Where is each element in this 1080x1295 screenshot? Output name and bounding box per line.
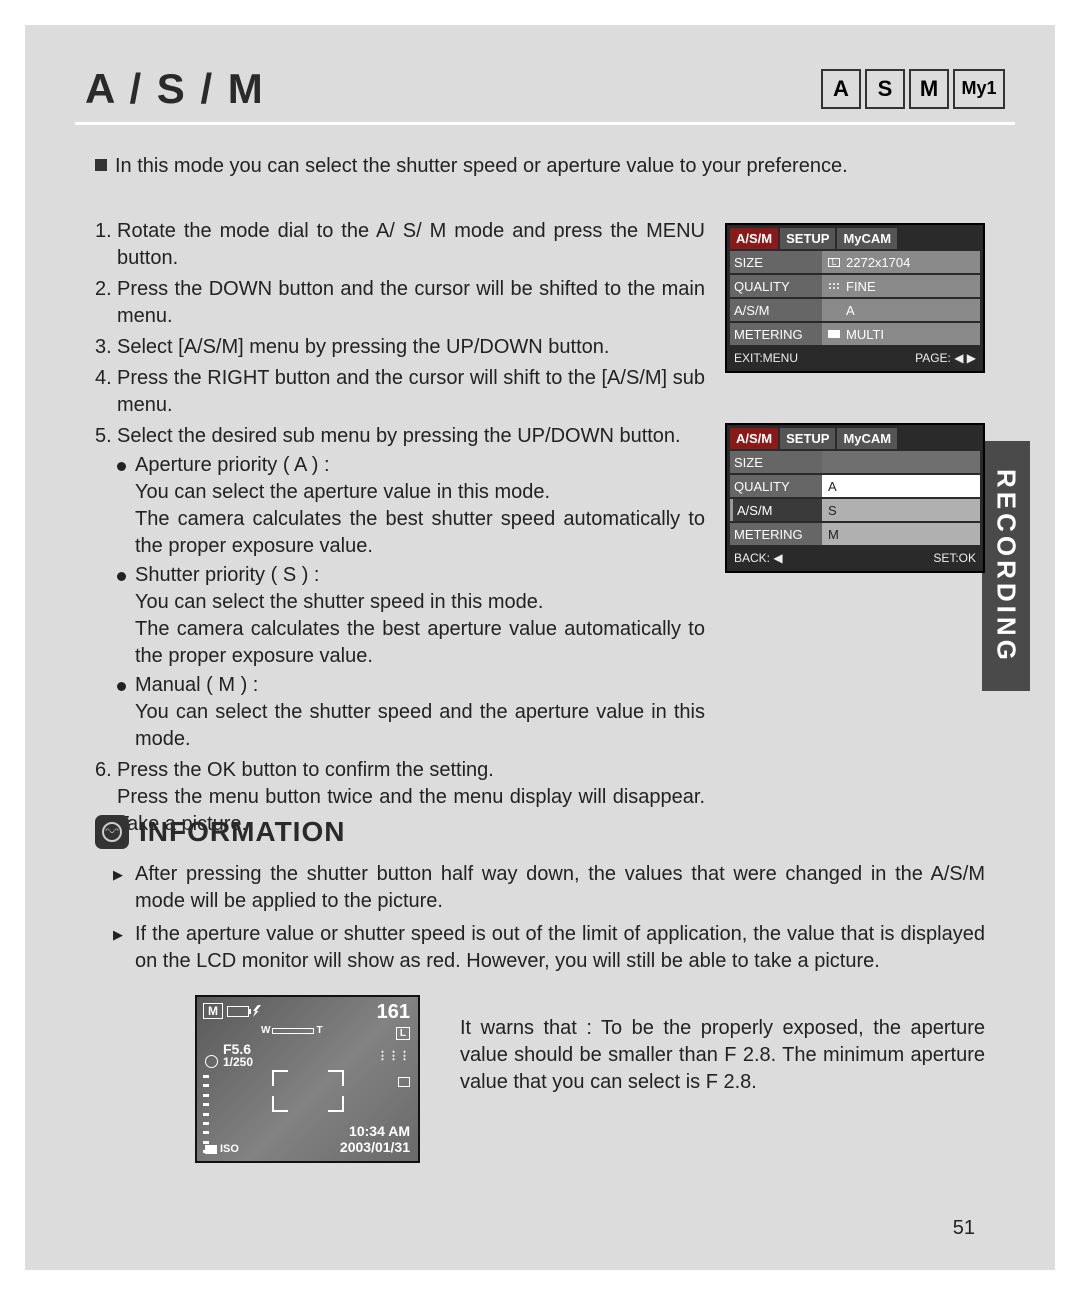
menu-value: L2272x1704 (822, 251, 980, 273)
sp-title: Shutter priority ( S ) : (135, 564, 320, 586)
lcd-zoom-bar: W T (261, 1025, 323, 1036)
zoom-bar-icon (272, 1028, 314, 1034)
menu-label: QUALITY (730, 475, 822, 497)
menu-value (822, 451, 980, 473)
lcd-time: 10:34 AM (349, 1123, 410, 1139)
lcd-exposure-scale-icon (203, 1075, 210, 1153)
step-4: Press the RIGHT button and the cursor wi… (117, 365, 705, 419)
information-section: ᵔᵕᵔ INFORMATION After pressing the shutt… (95, 815, 985, 1163)
intro-line: In this mode you can select the shutter … (115, 155, 848, 177)
mode-my1-icon: My1 (953, 69, 1005, 109)
tab-setup[interactable]: SETUP (780, 228, 835, 249)
mode-a-icon: A (821, 69, 861, 109)
mode-boxes: A S M My1 (821, 69, 1005, 109)
step-2: Press the DOWN button and the cursor wil… (117, 276, 705, 330)
information-heading: INFORMATION (139, 816, 345, 848)
menu-screen-1: A/S/M SETUP MyCAM SIZE L2272x1704 QUALIT… (725, 223, 985, 373)
m-title: Manual ( M ) : (135, 674, 258, 696)
flash-icon (253, 1005, 261, 1017)
menu-row-size[interactable]: SIZE (730, 451, 980, 473)
aperture-priority-item: Aperture priority ( A ) : You can select… (135, 452, 705, 560)
lcd-zoom-w: W (261, 1025, 270, 1036)
page-number: 51 (953, 1217, 975, 1240)
lcd-focus-frame (271, 1069, 345, 1113)
footer-set[interactable]: SET:OK (933, 551, 976, 565)
step-1: Rotate the mode dial to the A/ S/ M mode… (117, 218, 705, 272)
shutter-priority-item: Shutter priority ( S ) : You can select … (135, 562, 705, 670)
menu-row-metering[interactable]: METERING M (730, 523, 980, 545)
lcd-quality-icon: ⋮⋮⋮ (377, 1049, 410, 1062)
menu-label: SIZE (730, 451, 822, 473)
m-body: You can select the shutter speed and the… (135, 701, 705, 750)
tab-asm[interactable]: A/S/M (730, 228, 778, 249)
menu-value: A (822, 475, 980, 497)
lcd-iso: ISO (205, 1143, 239, 1155)
mode-s-icon: S (865, 69, 905, 109)
menu-label: METERING (730, 323, 822, 345)
lcd-shots-remaining: 161 (377, 1001, 410, 1024)
menu-label: A/S/M (730, 499, 822, 521)
lcd-share-icon (398, 1077, 410, 1087)
lcd-mode-icon: M (203, 1003, 223, 1019)
step-5: Select the desired sub menu by pressing … (117, 423, 705, 753)
menu-label: SIZE (730, 251, 822, 273)
sp-body: You can select the shutter speed in this… (135, 591, 705, 667)
lcd-zoom-t: T (316, 1025, 322, 1036)
menu-value: FINE (822, 275, 980, 297)
lcd-date: 2003/01/31 (340, 1139, 410, 1155)
tab-mycam[interactable]: MyCAM (837, 428, 897, 449)
size-l-icon: L (828, 258, 840, 267)
mode-m-icon: M (909, 69, 949, 109)
manual-item: Manual ( M ) : You can select the shutte… (135, 672, 705, 753)
footer-exit[interactable]: EXIT:MENU (734, 351, 798, 365)
menu-label: A/S/M (730, 299, 822, 321)
page-title: A / S / M (85, 65, 265, 113)
menu-row-quality[interactable]: QUALITY FINE (730, 275, 980, 297)
menu-value: S (822, 499, 980, 521)
menu-screens: A/S/M SETUP MyCAM SIZE L2272x1704 QUALIT… (725, 223, 985, 842)
menu-value: M (822, 523, 980, 545)
metering-multi-icon (828, 330, 840, 338)
menu-row-size[interactable]: SIZE L2272x1704 (730, 251, 980, 273)
info-item-2: If the aperture value or shutter speed i… (135, 921, 985, 975)
intro-text: In this mode you can select the shutter … (95, 155, 985, 178)
header-bar: A / S / M A S M My1 (75, 55, 1015, 125)
lcd-shutter-speed: 1/250 (223, 1055, 253, 1069)
iso-box-icon (205, 1145, 217, 1154)
menu-label: METERING (730, 523, 822, 545)
warning-text: It warns that : To be the properly expos… (460, 995, 985, 1163)
steps-column: Rotate the mode dial to the A/ S/ M mode… (95, 218, 705, 842)
tab-asm[interactable]: A/S/M (730, 428, 778, 449)
menu-row-metering[interactable]: METERING MULTI (730, 323, 980, 345)
footer-page[interactable]: PAGE: ◀ ▶ (915, 351, 976, 365)
battery-icon (227, 1006, 249, 1017)
ap-title: Aperture priority ( A ) : (135, 454, 330, 476)
menu-value: MULTI (822, 323, 980, 345)
menu-row-asm[interactable]: A/S/M S (730, 499, 980, 521)
tab-mycam[interactable]: MyCAM (837, 228, 897, 249)
tab-setup[interactable]: SETUP (780, 428, 835, 449)
quality-fine-icon (828, 282, 840, 291)
information-face-icon: ᵔᵕᵔ (95, 815, 129, 849)
step-5-head: Select the desired sub menu by pressing … (117, 425, 681, 447)
lcd-preview: M 161 L ⋮⋮⋮ W T F5.6 1/250 (195, 995, 420, 1163)
step-3: Select [A/S/M] menu by pressing the UP/D… (117, 334, 705, 361)
square-bullet-icon (95, 159, 107, 171)
footer-back[interactable]: BACK: ◀ (734, 551, 783, 565)
info-item-1: After pressing the shutter button half w… (135, 861, 985, 915)
self-timer-icon (205, 1055, 218, 1068)
content: In this mode you can select the shutter … (95, 155, 985, 842)
side-tab-recording: RECORDING (982, 441, 1030, 691)
menu-value: A (822, 299, 980, 321)
lcd-size-l-icon: L (396, 1027, 410, 1040)
ap-body: You can select the aperture value in thi… (135, 481, 705, 557)
menu-label: QUALITY (730, 275, 822, 297)
menu-row-asm[interactable]: A/S/M A (730, 299, 980, 321)
menu-row-quality[interactable]: QUALITY A (730, 475, 980, 497)
menu-screen-2: A/S/M SETUP MyCAM SIZE QUALITY A (725, 423, 985, 573)
